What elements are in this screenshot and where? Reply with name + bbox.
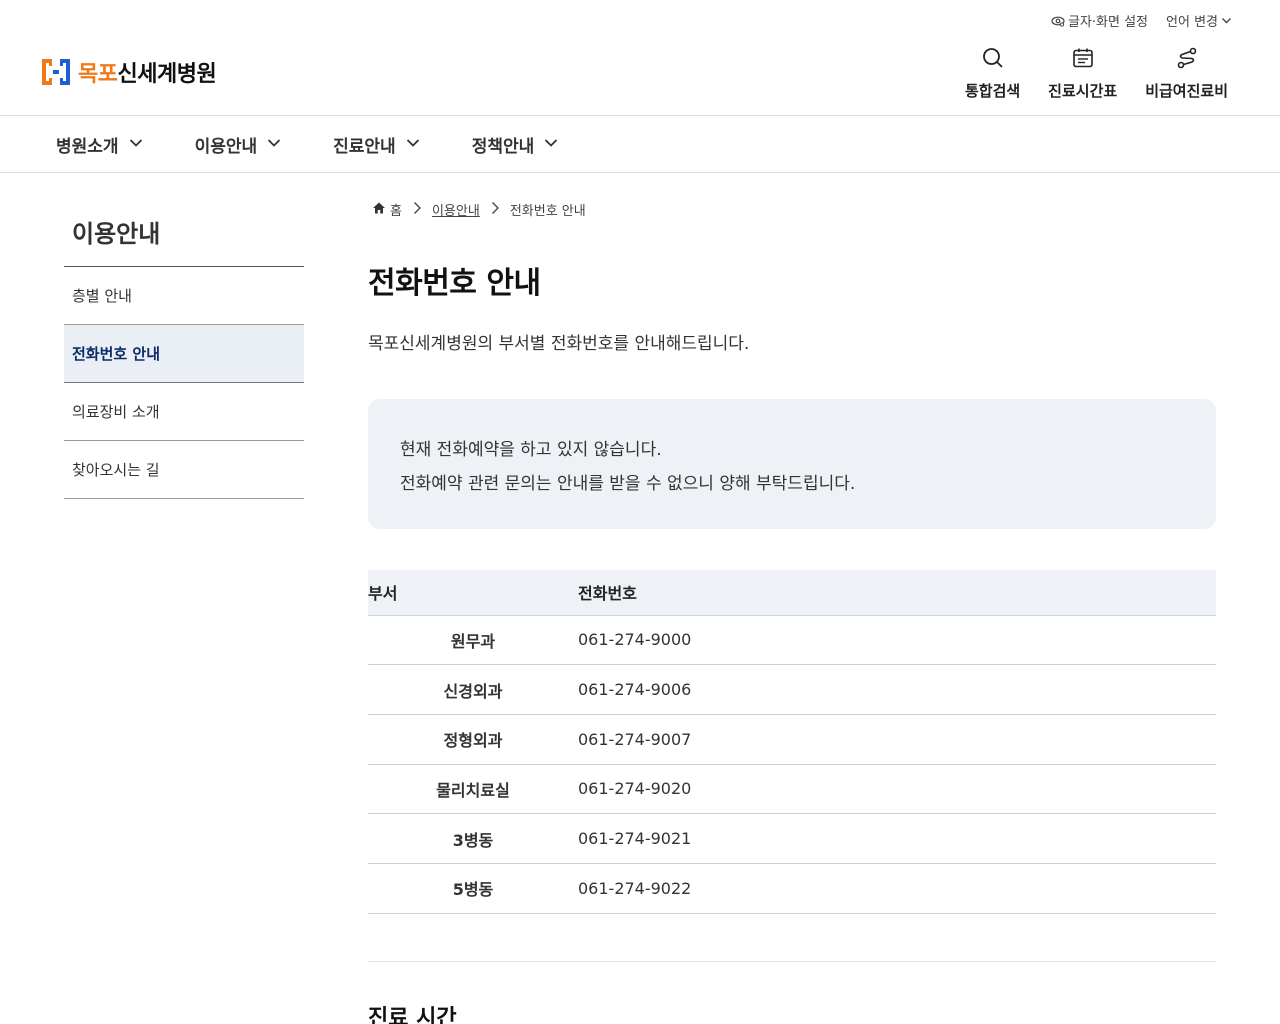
department-cell: 신경외과: [368, 664, 578, 715]
department-cell: 5병동: [368, 863, 578, 914]
table-row: 3병동 061-274-9021: [368, 813, 1216, 864]
breadcrumb-current: 전화번호 안내: [509, 204, 586, 219]
table-row: 물리치료실 061-274-9020: [368, 764, 1216, 815]
logo-text-orange: 목포: [78, 62, 118, 87]
chevron-down-icon: [544, 135, 558, 155]
utility-bar: 글자·화면 설정 언어 변경: [1051, 11, 1232, 30]
table-row: 원무과 061-274-9000: [368, 615, 1216, 666]
breadcrumb-home-label: 홈: [390, 204, 402, 219]
phone-cell: 061-274-9000: [578, 615, 1216, 666]
department-cell: 원무과: [368, 615, 578, 666]
logo-text: 목포신세계병원: [78, 56, 217, 88]
department-cell: 3병동: [368, 813, 578, 864]
route-icon: [1175, 46, 1199, 74]
phone-table: 부서 전화번호 원무과 061-274-9000 신경외과 061-274-90…: [368, 570, 1216, 914]
sidebar-item-directions[interactable]: 찾아오시는 길: [64, 441, 304, 499]
table-row: 5병동 061-274-9022: [368, 863, 1216, 914]
chevron-right-icon: [410, 201, 424, 219]
sidebar-title: 이용안내: [72, 220, 161, 248]
table-row: 정형외과 061-274-9007: [368, 714, 1216, 765]
logo-mark-icon: [40, 56, 72, 88]
phone-cell: 061-274-9006: [578, 664, 1216, 715]
phone-cell: 061-274-9020: [578, 764, 1216, 815]
gnb-label: 정책안내: [471, 137, 535, 157]
section-title-hours: 진료 시간: [368, 1006, 457, 1024]
department-cell: 물리치료실: [368, 764, 578, 815]
gnb-item-treatment[interactable]: 진료안내: [333, 132, 420, 157]
table-header-row: 부서 전화번호: [368, 570, 1216, 616]
quick-menu: 통합검색 진료시간표 비급여진료비: [965, 46, 1228, 101]
sidebar-item-equipment[interactable]: 의료장비 소개: [64, 383, 304, 441]
notice-line-1: 현재 전화예약을 하고 있지 않습니다.: [400, 440, 662, 460]
global-navigation: 병원소개 이용안내 진료안내 정책안내: [0, 116, 1280, 173]
eye-settings-icon: [1051, 14, 1065, 28]
calendar-icon: [1071, 46, 1095, 74]
chevron-right-icon: [488, 201, 502, 219]
chevron-down-icon: [267, 135, 281, 155]
phone-cell: 061-274-9021: [578, 813, 1216, 864]
header-department: 부서: [368, 570, 578, 616]
language-select[interactable]: 언어 변경: [1166, 11, 1232, 30]
quick-search-label: 통합검색: [964, 82, 1021, 100]
quick-schedule-label: 진료시간표: [1048, 82, 1118, 100]
quick-search-button[interactable]: 통합검색: [965, 46, 1020, 101]
table-row: 신경외과 061-274-9006: [368, 664, 1216, 715]
breadcrumb-level1[interactable]: 이용안내: [432, 200, 480, 219]
breadcrumb-home[interactable]: 홈: [372, 200, 402, 219]
page-title: 전화번호 안내: [368, 266, 541, 301]
gnb-item-policy[interactable]: 정책안내: [472, 132, 559, 157]
phone-cell: 061-274-9022: [578, 863, 1216, 914]
logo-text-dark: 신세계병원: [117, 62, 217, 87]
chevron-down-icon: [1221, 15, 1232, 26]
section-divider: [368, 961, 1216, 962]
quick-fee-label: 비급여진료비: [1145, 82, 1228, 100]
gnb-item-about[interactable]: 병원소개: [56, 132, 143, 157]
department-cell: 정형외과: [368, 714, 578, 765]
hospital-logo[interactable]: 목포신세계병원: [40, 56, 217, 88]
display-setting-link[interactable]: 글자·화면 설정: [1051, 11, 1148, 30]
quick-fee-button[interactable]: 비급여진료비: [1145, 46, 1228, 101]
chevron-down-icon: [406, 135, 420, 155]
notice-box: 현재 전화예약을 하고 있지 않습니다. 전화예약 관련 문의는 안내를 받을 …: [368, 399, 1216, 529]
home-icon: [372, 201, 386, 219]
breadcrumb: 홈 이용안내 전화번호 안내: [372, 200, 586, 219]
quick-schedule-button[interactable]: 진료시간표: [1048, 46, 1117, 101]
phone-cell: 061-274-9007: [578, 714, 1216, 765]
gnb-item-guide[interactable]: 이용안내: [195, 132, 282, 157]
gnb-label: 이용안내: [194, 137, 258, 157]
sidebar-item-floor-guide[interactable]: 층별 안내: [64, 267, 304, 325]
chevron-down-icon: [129, 135, 143, 155]
page-description: 목포신세계병원의 부서별 전화번호를 안내해드립니다.: [368, 334, 750, 354]
gnb-label: 병원소개: [56, 137, 119, 157]
header-phone: 전화번호: [578, 570, 1216, 616]
gnb-label: 진료안내: [333, 137, 396, 157]
notice-line-2: 전화예약 관련 문의는 안내를 받을 수 없으니 양해 부탁드립니다.: [400, 474, 856, 494]
search-icon: [981, 46, 1005, 74]
sidebar-menu: 층별 안내 전화번호 안내 의료장비 소개 찾아오시는 길: [64, 266, 304, 499]
display-setting-label: 글자·화면 설정: [1067, 15, 1149, 30]
language-label: 언어 변경: [1166, 15, 1218, 30]
sidebar-item-phone-guide[interactable]: 전화번호 안내: [64, 325, 304, 383]
